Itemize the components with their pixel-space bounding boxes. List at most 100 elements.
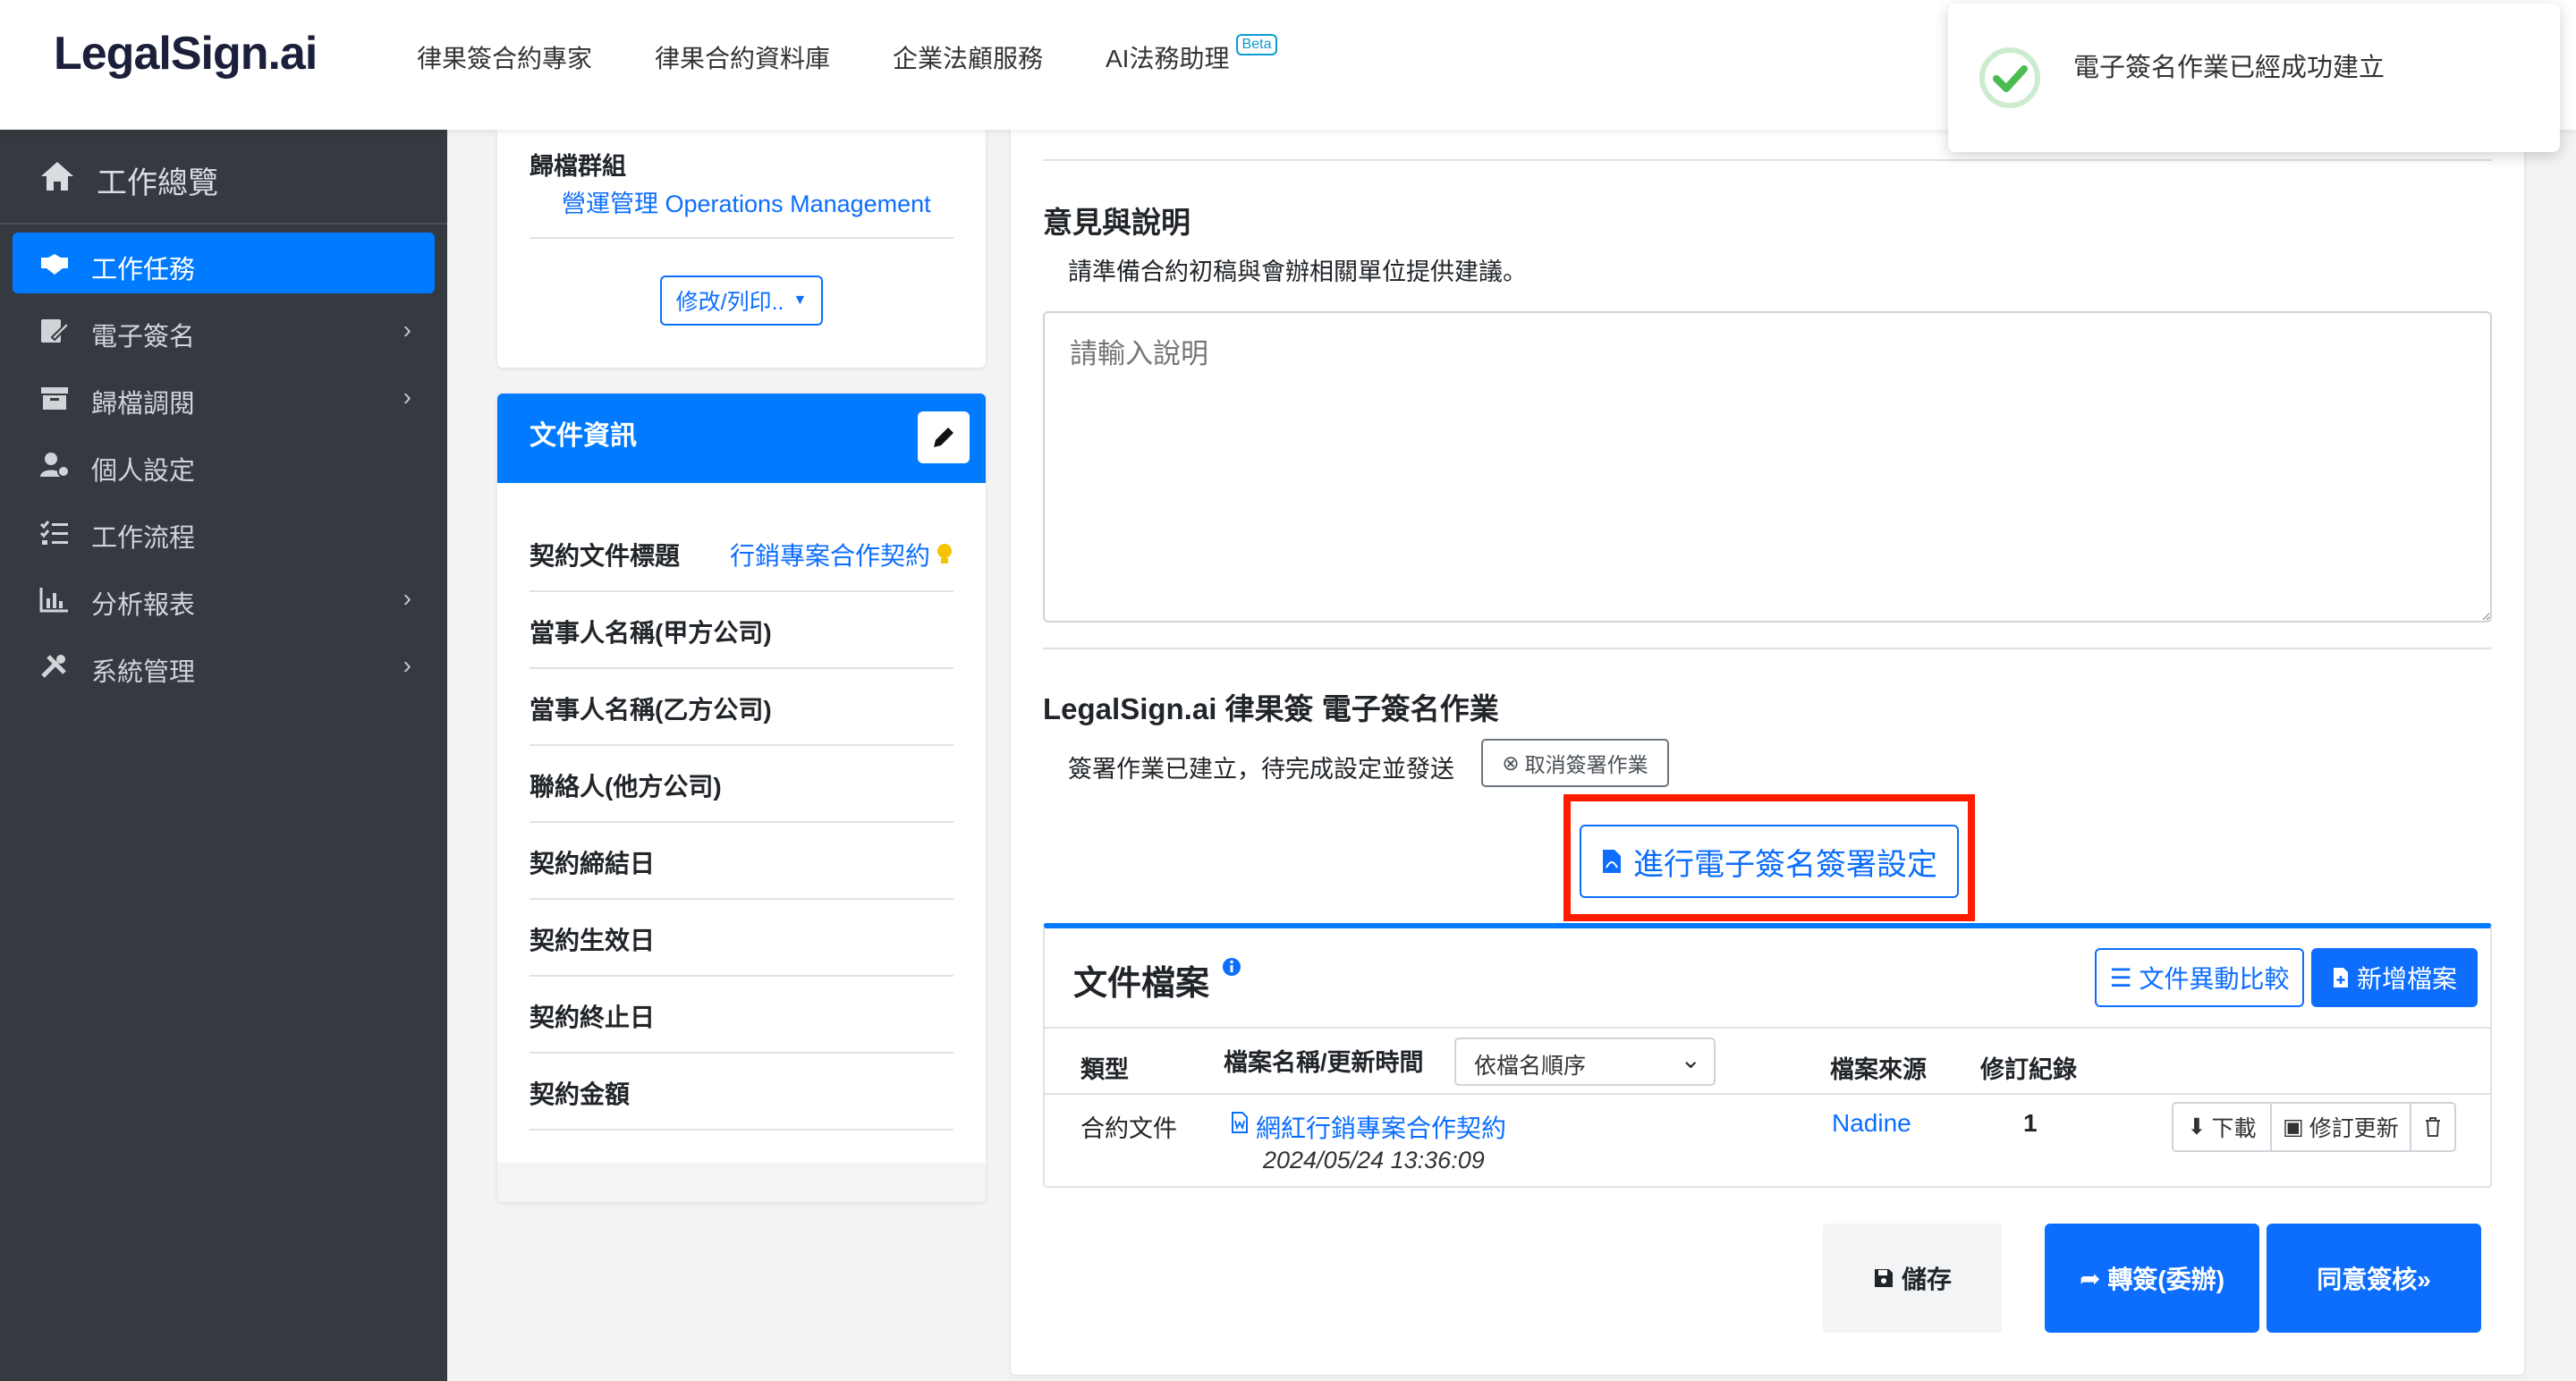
beta-badge: Beta	[1235, 34, 1278, 55]
files-title: 文件檔案	[1073, 965, 1210, 1003]
col-filename: 檔案名稱/更新時間	[1224, 1049, 1424, 1076]
revise-update-button[interactable]: ▣ 修訂更新	[2270, 1102, 2411, 1152]
forward-delegate-button[interactable]: ➦ 轉簽(委辦)	[2045, 1224, 2259, 1333]
field-party-a-label: 當事人名稱(甲方公司)	[530, 619, 772, 647]
chevron-right-icon: ›	[402, 584, 411, 612]
sidebar-item-label: 系統管理	[91, 658, 196, 687]
field-contract-amount-label: 契約金額	[530, 1080, 631, 1108]
x-circle-icon: ⊗	[1502, 750, 1520, 775]
comments-title: 意見與說明	[1043, 206, 1191, 239]
sidebar-item-system-admin[interactable]: 系統管理 ›	[13, 635, 435, 696]
bar-chart-icon	[39, 588, 68, 613]
nav-legal-advisory[interactable]: 企業法顧服務	[893, 39, 1043, 75]
add-file-button[interactable]: 新增檔案	[2311, 948, 2478, 1007]
sidebar-item-personal-settings[interactable]: 個人設定	[13, 434, 435, 495]
file-revisions: 1	[2023, 1109, 2038, 1137]
chevron-right-icon: ›	[402, 651, 411, 679]
file-source[interactable]: Nadine	[1832, 1109, 1911, 1138]
comments-textarea[interactable]	[1043, 311, 2492, 623]
file-updated-time: 2024/05/24 13:36:09	[1263, 1147, 1485, 1173]
sidebar-item-label: 電子簽名	[91, 323, 196, 352]
chevron-right-icon: ›	[402, 383, 411, 411]
modify-print-label: 修改/列印..	[675, 290, 784, 315]
toast-message: 電子簽名作業已經成功建立	[2073, 54, 2385, 82]
sidebar: 工作總覽 工作任務 電子簽名 › 歸檔調閱 › 個人設定 工作流程 分析報表 ›…	[0, 130, 447, 1381]
file-pdf-icon	[1603, 850, 1621, 873]
sidebar-item-esign[interactable]: 電子簽名 ›	[13, 300, 435, 360]
handshake-icon	[41, 254, 68, 275]
cancel-sign-label: 取消簽署作業	[1524, 753, 1648, 776]
sidebar-item-workflow[interactable]: 工作流程	[13, 501, 435, 562]
caret-down-icon: ▼	[792, 292, 808, 308]
doc-info-title: 文件資訊	[530, 421, 637, 451]
nav-contract-database[interactable]: 律果合約資料庫	[655, 39, 830, 75]
app-logo[interactable]: LegalSign.ai	[54, 27, 318, 80]
sidebar-item-analytics[interactable]: 分析報表 ›	[13, 568, 435, 629]
download-icon: ⬇	[2187, 1114, 2207, 1140]
divider	[530, 744, 953, 746]
download-label: 下載	[2211, 1116, 2257, 1141]
sidebar-item-label: 個人設定	[91, 457, 196, 486]
save-label: 儲存	[1901, 1266, 1952, 1293]
lightbulb-icon[interactable]	[936, 543, 953, 566]
field-contract-title-label: 契約文件標題	[530, 542, 681, 570]
approve-button[interactable]: 同意簽核»	[2267, 1224, 2481, 1333]
sort-select[interactable]: 依檔名順序 ⌄	[1454, 1038, 1716, 1086]
file-type: 合約文件	[1080, 1115, 1177, 1142]
esign-title: LegalSign.ai 律果簽 電子簽名作業	[1043, 692, 1499, 725]
divider	[530, 1129, 953, 1131]
file-word-icon	[1232, 1112, 1248, 1133]
sidebar-item-label: 歸檔調閱	[91, 390, 196, 419]
esign-status: 簽署作業已建立，待完成設定並發送	[1068, 756, 1454, 783]
field-party-b-label: 當事人名稱(乙方公司)	[530, 696, 772, 724]
col-type: 類型	[1080, 1056, 1129, 1083]
compare-versions-button[interactable]: ☰ 文件異動比較	[2095, 948, 2304, 1007]
setup-esign-label: 進行電子簽名簽署設定	[1633, 847, 1937, 882]
chevron-down-icon: ⌄	[1680, 1046, 1701, 1073]
check-circle-icon	[1979, 47, 2040, 108]
col-source: 檔案來源	[1830, 1056, 1927, 1083]
tools-icon	[41, 655, 66, 678]
doc-info-footer	[497, 1163, 986, 1202]
setup-esign-button[interactable]: 進行電子簽名簽署設定	[1580, 825, 1959, 898]
trash-icon	[2426, 1117, 2440, 1137]
nav-contract-expert[interactable]: 律果簽合約專家	[417, 39, 592, 75]
sidebar-item-archive[interactable]: 歸檔調閱 ›	[13, 367, 435, 428]
divider	[530, 898, 953, 900]
chevron-right-icon: ›	[402, 316, 411, 343]
sidebar-header-overview[interactable]: 工作總覽	[0, 130, 447, 225]
list-ol-icon: ☰	[2109, 963, 2132, 992]
field-effective-date-label: 契約生效日	[530, 927, 656, 954]
archive-group-value[interactable]: 營運管理 Operations Management	[562, 184, 931, 219]
col-revisions: 修訂紀錄	[1980, 1056, 2077, 1083]
divider	[530, 590, 953, 592]
sidebar-item-label: 工作流程	[91, 524, 196, 553]
divider	[1045, 1027, 2490, 1029]
success-toast: 電子簽名作業已經成功建立	[1948, 4, 2560, 152]
delete-file-button[interactable]	[2410, 1102, 2456, 1152]
nav-ai-legal-assistant[interactable]: AI法務助理 Beta	[1106, 34, 1278, 75]
field-termination-date-label: 契約終止日	[530, 1004, 656, 1031]
divider	[530, 975, 953, 977]
edit-doc-info-button[interactable]	[918, 411, 970, 463]
divider	[530, 1052, 953, 1054]
cancel-sign-button[interactable]: ⊗ 取消簽署作業	[1481, 739, 1669, 787]
modify-print-dropdown[interactable]: 修改/列印.. ▼	[660, 275, 823, 326]
pencil-icon	[934, 428, 953, 447]
sidebar-item-tasks[interactable]: 工作任務	[13, 233, 435, 293]
field-signing-date-label: 契約締結日	[530, 850, 656, 877]
field-contact-label: 聯絡人(他方公司)	[530, 773, 722, 801]
download-button[interactable]: ⬇ 下載	[2172, 1102, 2272, 1152]
divider	[530, 237, 953, 239]
user-cog-icon	[40, 453, 70, 478]
share-icon: ➦	[2079, 1264, 2101, 1292]
file-name-link[interactable]: 網紅行銷專案合作契約	[1256, 1109, 1506, 1145]
divider	[530, 821, 953, 823]
field-contract-title-value[interactable]: 行銷專案合作契約	[730, 537, 930, 572]
info-icon[interactable]	[1222, 957, 1241, 977]
save-button[interactable]: 儲存	[1823, 1224, 2002, 1333]
file-upload-icon: ▣	[2283, 1114, 2304, 1140]
archive-group-label: 歸檔群組	[530, 153, 626, 180]
sidebar-item-label: 工作任務	[91, 256, 196, 284]
divider	[1043, 159, 2492, 161]
